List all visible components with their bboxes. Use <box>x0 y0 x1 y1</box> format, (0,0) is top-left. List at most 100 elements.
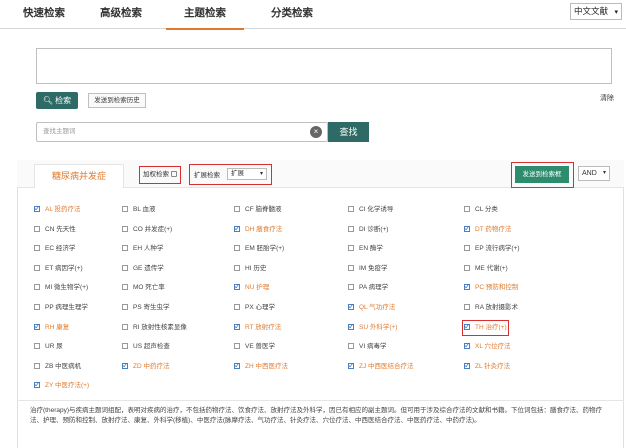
qualifier-checkbox[interactable] <box>464 264 470 271</box>
qualifier-ps[interactable]: PS 寄生虫学 <box>122 302 169 314</box>
qualifier-bl[interactable]: BL 血液 <box>122 204 156 216</box>
qualifier-checkbox[interactable] <box>348 321 355 333</box>
qualifier-checkbox[interactable] <box>34 203 41 215</box>
qualifier-ci[interactable]: CI 化学诱导 <box>348 204 393 216</box>
search-button[interactable]: 🔍︎ 检索 <box>36 92 78 109</box>
qualifier-us[interactable]: US 超声检查 <box>122 341 170 353</box>
qualifier-checkbox[interactable] <box>122 323 128 330</box>
send-to-search-box-button[interactable]: 发送到检索框 <box>515 166 569 183</box>
qualifier-mo[interactable]: MO 死亡率 <box>122 282 165 294</box>
qualifier-ql[interactable]: QL 气功疗法 <box>348 301 395 314</box>
qualifier-su[interactable]: SU 外科学(+) <box>348 321 397 334</box>
qualifier-checkbox[interactable] <box>34 379 41 391</box>
qualifier-rh[interactable]: RH 康复 <box>34 321 69 334</box>
clear-link[interactable]: 清除 <box>600 93 614 103</box>
qualifier-checkbox[interactable] <box>234 223 241 235</box>
qualifier-zh[interactable]: ZH 中西医疗法 <box>234 360 288 373</box>
qualifier-vi[interactable]: VI 病毒学 <box>348 341 386 353</box>
qualifier-checkbox[interactable] <box>348 225 354 232</box>
qualifier-checkbox[interactable] <box>348 206 354 212</box>
qualifier-me[interactable]: ME 代谢(+) <box>464 263 508 275</box>
qualifier-checkbox[interactable] <box>234 245 240 252</box>
qualifier-checkbox[interactable] <box>234 343 240 350</box>
qualifier-checkbox[interactable] <box>34 225 40 232</box>
qualifier-em[interactable]: EM 胚胎学(+) <box>234 243 284 255</box>
qualifier-checkbox[interactable] <box>464 360 471 372</box>
qualifier-hi[interactable]: HI 历史 <box>234 263 266 275</box>
qualifier-checkbox[interactable] <box>34 343 40 350</box>
qualifier-checkbox[interactable] <box>234 206 240 212</box>
subject-term-tab[interactable]: 糖尿病并发症 <box>34 164 124 188</box>
qualifier-ve[interactable]: VE 兽医学 <box>234 341 275 353</box>
qualifier-ra[interactable]: RA 放射摄影术 <box>464 302 518 314</box>
qualifier-co[interactable]: CO 并发症(+) <box>122 224 172 236</box>
qualifier-checkbox[interactable] <box>34 362 40 369</box>
qualifier-checkbox[interactable] <box>348 264 354 271</box>
qualifier-checkbox[interactable] <box>34 321 41 333</box>
qualifier-cn[interactable]: CN 先天性 <box>34 224 76 236</box>
language-select[interactable]: 中文文献 ▾ <box>570 3 622 20</box>
subject-search-input[interactable]: 查找主题词 <box>36 122 328 142</box>
logic-operator-select[interactable]: AND ▾ <box>578 166 610 181</box>
qualifier-checkbox[interactable] <box>122 225 128 232</box>
qualifier-pp[interactable]: PP 病理生理学 <box>34 302 88 314</box>
qualifier-checkbox[interactable] <box>34 264 40 271</box>
qualifier-checkbox[interactable] <box>34 304 40 310</box>
qualifier-eh[interactable]: EH 人种学 <box>122 243 163 255</box>
qualifier-cl[interactable]: CL 分类 <box>464 204 498 216</box>
qualifier-ec[interactable]: EC 经济学 <box>34 243 75 255</box>
qualifier-zj[interactable]: ZJ 中西医结合疗法 <box>348 360 414 373</box>
clear-icon[interactable]: × <box>310 126 322 138</box>
qualifier-checkbox[interactable] <box>464 321 471 333</box>
qualifier-al[interactable]: AL 投药疗法 <box>34 203 81 216</box>
qualifier-checkbox[interactable] <box>464 281 471 293</box>
qualifier-checkbox[interactable] <box>348 284 354 291</box>
qualifier-checkbox[interactable] <box>348 360 355 372</box>
qualifier-im[interactable]: IM 免疫学 <box>348 263 388 275</box>
qualifier-pc[interactable]: PC 预防和控制 <box>464 281 518 294</box>
qualifier-zd[interactable]: ZD 中药疗法 <box>122 360 169 373</box>
qualifier-checkbox[interactable] <box>234 281 241 293</box>
qualifier-checkbox[interactable] <box>234 360 241 372</box>
qualifier-zb[interactable]: ZB 中医病机 <box>34 361 81 373</box>
qualifier-checkbox[interactable] <box>34 245 40 252</box>
weighted-search-checkbox[interactable] <box>171 171 177 178</box>
qualifier-dh[interactable]: DH 膳食疗法 <box>234 223 282 236</box>
tab-classification-search[interactable]: 分类检索 <box>262 0 322 29</box>
tab-subject-search[interactable]: 主题检索 <box>166 0 244 30</box>
qualifier-nu[interactable]: NU 护理 <box>234 281 269 294</box>
tab-advanced-search[interactable]: 高级检索 <box>90 0 152 29</box>
qualifier-checkbox[interactable] <box>464 304 470 310</box>
tab-quick-search[interactable]: 快速检索 <box>14 0 74 29</box>
qualifier-checkbox[interactable] <box>464 223 471 235</box>
weighted-search-option[interactable]: 加权检索 <box>139 166 181 184</box>
qualifier-rt[interactable]: RT 放射疗法 <box>234 321 281 334</box>
qualifier-checkbox[interactable] <box>464 340 471 352</box>
qualifier-dt[interactable]: DT 药物疗法 <box>464 223 511 236</box>
qualifier-zy[interactable]: ZY 中医疗法(+) <box>34 379 89 392</box>
expand-search-select[interactable]: 扩展 ▾ <box>227 168 267 180</box>
qualifier-checkbox[interactable] <box>122 264 128 271</box>
qualifier-zl[interactable]: ZL 针灸疗法 <box>464 360 510 373</box>
qualifier-pa[interactable]: PA 病理学 <box>348 282 388 294</box>
qualifier-th[interactable]: TH 治疗(+) <box>462 319 509 336</box>
qualifier-checkbox[interactable] <box>348 343 354 350</box>
qualifier-checkbox[interactable] <box>348 245 354 252</box>
qualifier-et[interactable]: ET 病因学(+) <box>34 263 83 275</box>
qualifier-ur[interactable]: UR 尿 <box>34 341 63 353</box>
qualifier-checkbox[interactable] <box>464 206 470 212</box>
qualifier-checkbox[interactable] <box>122 206 128 212</box>
qualifier-checkbox[interactable] <box>348 301 355 313</box>
qualifier-checkbox[interactable] <box>122 284 128 291</box>
qualifier-ep[interactable]: EP 流行病学(+) <box>464 243 520 255</box>
search-expression-box[interactable] <box>36 48 612 84</box>
find-subject-button[interactable]: 查找 <box>328 122 369 142</box>
qualifier-px[interactable]: PX 心理学 <box>234 302 275 314</box>
qualifier-ge[interactable]: GE 遗传学 <box>122 263 164 275</box>
qualifier-checkbox[interactable] <box>34 284 40 291</box>
qualifier-checkbox[interactable] <box>122 304 128 310</box>
qualifier-checkbox[interactable] <box>122 360 129 372</box>
qualifier-mi[interactable]: MI 微生物学(+) <box>34 282 88 294</box>
qualifier-checkbox[interactable] <box>464 245 470 252</box>
qualifier-en[interactable]: EN 酶学 <box>348 243 383 255</box>
